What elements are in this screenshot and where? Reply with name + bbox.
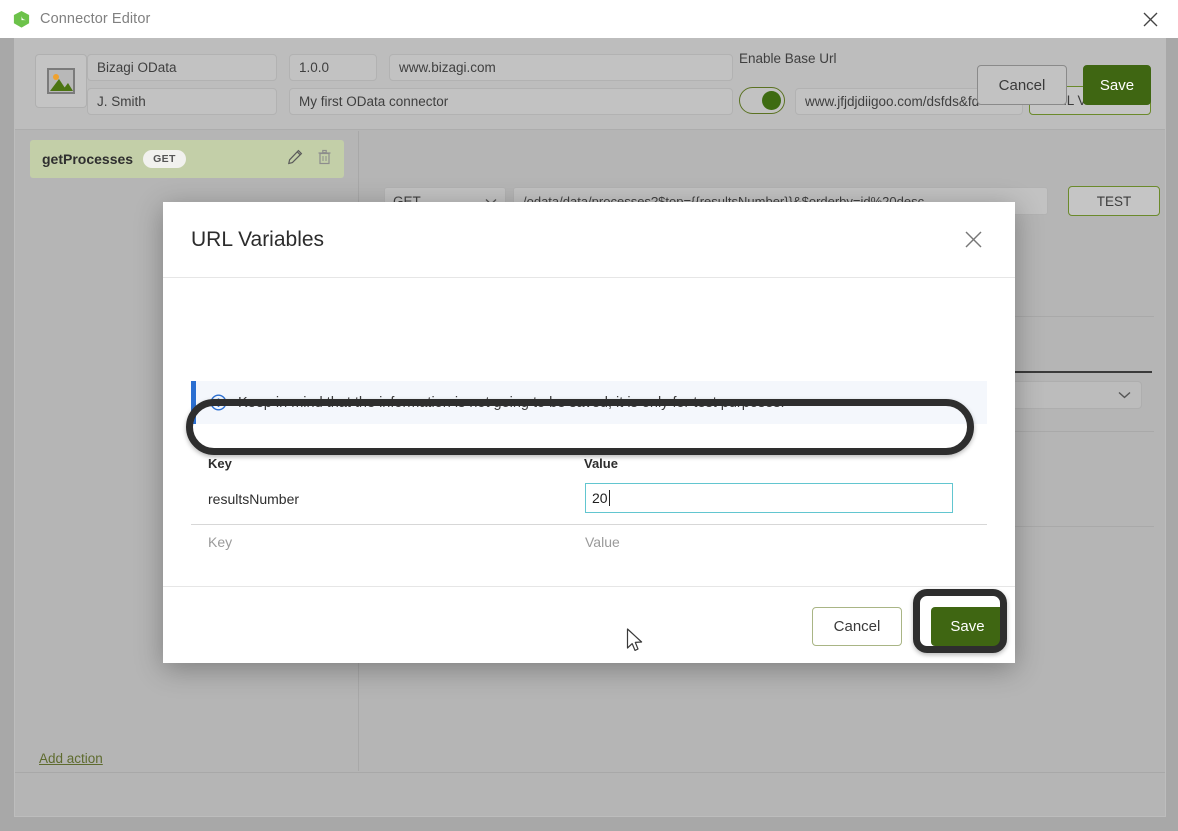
action-list-item-getprocesses[interactable]: getProcesses GET (30, 140, 344, 178)
info-banner: Keep in mind that the information is not… (191, 381, 987, 424)
page-cancel-button[interactable]: Cancel (977, 65, 1067, 105)
column-header-value: Value (584, 456, 618, 471)
window-title: Connector Editor (40, 11, 151, 27)
website-field[interactable]: www.bizagi.com (389, 54, 733, 81)
modal-title: URL Variables (191, 227, 325, 251)
toggle-knob (762, 91, 781, 110)
new-variable-key-placeholder[interactable]: Key (208, 534, 232, 550)
panel-divider-dark (1000, 371, 1152, 373)
trash-icon[interactable] (317, 149, 332, 170)
variable-row: resultsNumber 20 (191, 481, 987, 525)
page-save-button[interactable]: Save (1083, 65, 1151, 105)
variable-key-input[interactable]: resultsNumber (208, 491, 299, 507)
version-field[interactable]: 1.0.0 (289, 54, 377, 81)
variable-value-text: 20 (592, 490, 608, 506)
action-method-badge: GET (143, 150, 186, 168)
enable-base-url-label: Enable Base Url (739, 51, 837, 66)
modal-body: Keep in mind that the information is not… (163, 278, 1015, 586)
modal-save-button[interactable]: Save (931, 607, 1004, 646)
info-banner-text: Keep in mind that the information is not… (238, 394, 785, 411)
url-variables-modal: URL Variables Keep in mind that the info… (163, 202, 1015, 663)
background-select[interactable] (1010, 381, 1142, 409)
author-field[interactable]: J. Smith (87, 88, 277, 115)
test-button[interactable]: TEST (1068, 186, 1160, 216)
info-circle-icon (210, 394, 227, 411)
action-name: getProcesses (42, 151, 134, 167)
chevron-down-icon (1118, 386, 1131, 404)
bizagi-logo-icon (10, 8, 32, 30)
new-variable-row[interactable]: Key Value (191, 530, 987, 560)
modal-footer: Cancel Save (163, 586, 1015, 663)
action-icon-group (287, 149, 332, 170)
variable-value-input[interactable]: 20 (585, 483, 953, 513)
close-icon[interactable] (1128, 2, 1172, 36)
close-icon[interactable] (959, 226, 987, 254)
modal-header: URL Variables (163, 202, 1015, 278)
editor-footer (15, 772, 1165, 816)
image-placeholder-icon[interactable] (35, 54, 87, 108)
window-titlebar: Connector Editor (0, 0, 1178, 38)
modal-cancel-button[interactable]: Cancel (812, 607, 902, 646)
new-variable-value-placeholder[interactable]: Value (585, 534, 620, 550)
description-field[interactable]: My first OData connector (289, 88, 733, 115)
column-header-key: Key (208, 456, 232, 471)
connector-editor-window: Connector Editor Bizagi OData 1.0.0 www.… (0, 0, 1178, 831)
enable-base-url-toggle[interactable] (739, 87, 785, 114)
connector-name-field[interactable]: Bizagi OData (87, 54, 277, 81)
text-caret (608, 490, 610, 506)
pencil-icon[interactable] (287, 149, 303, 170)
add-action-link[interactable]: Add action (39, 751, 103, 766)
